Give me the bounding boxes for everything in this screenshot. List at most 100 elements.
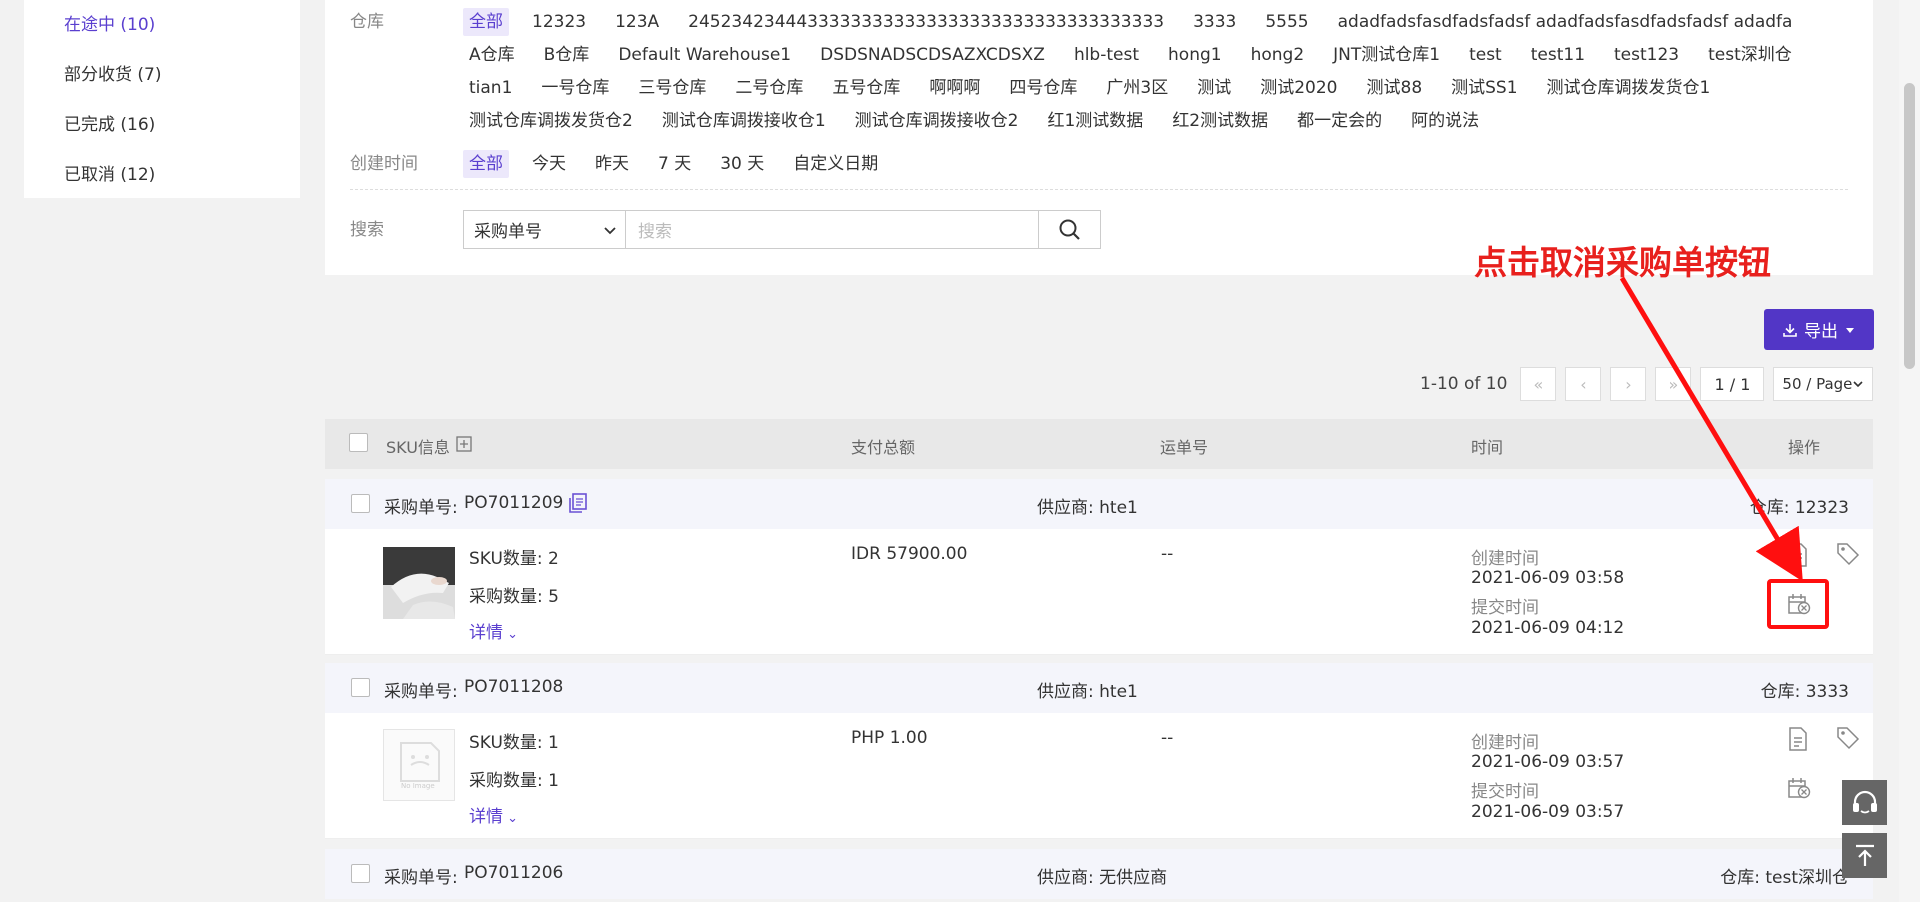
sidebar-item-in-transit[interactable]: 在途中 (10) [24, 8, 300, 58]
warehouse-option[interactable]: 五号仓库 [826, 74, 906, 102]
warehouse-option[interactable]: test [1463, 41, 1508, 69]
warehouse-option[interactable]: 全部 [463, 8, 509, 36]
customer-service-button[interactable] [1842, 780, 1887, 825]
warehouse-option[interactable]: test11 [1525, 41, 1591, 69]
warehouse: 仓库: test深圳仓 [1720, 868, 1849, 888]
warehouse-option[interactable]: 啊啊啊 [923, 74, 986, 102]
warehouse-option[interactable]: 测试仓库调拨发货仓2 [463, 107, 639, 135]
tag-icon[interactable] [1836, 542, 1860, 566]
highlight-box [1767, 579, 1829, 629]
document-icon[interactable] [1787, 727, 1809, 751]
warehouse-option[interactable]: tian1 [463, 74, 518, 102]
warehouse-option[interactable]: hlb-test [1068, 41, 1145, 69]
filter-divider [350, 189, 1848, 190]
details-toggle[interactable]: 详情 ⌄ [469, 802, 518, 827]
created-time-option[interactable]: 7 天 [652, 150, 697, 178]
scrollbar-thumb[interactable] [1904, 83, 1915, 369]
created-time-option[interactable]: 30 天 [714, 150, 770, 178]
warehouse-option[interactable]: 三号仓库 [632, 74, 712, 102]
supplier: 供应商: hte1 [1037, 498, 1138, 518]
warehouse-option[interactable]: 测试仓库调拨发货仓1 [1541, 74, 1717, 102]
warehouse-option[interactable]: 红2测试数据 [1166, 107, 1274, 135]
warehouse-option[interactable]: 都一定会的 [1291, 107, 1388, 135]
po-label: 采购单号: [384, 498, 458, 518]
warehouse-option[interactable]: B仓库 [538, 41, 596, 69]
expand-plus-icon[interactable] [456, 436, 472, 452]
warehouse-option[interactable]: DSDSNADSCDSAZXCDSXZ [814, 41, 1051, 69]
po-label: 采购单号: [384, 682, 458, 702]
order-checkbox[interactable] [351, 678, 370, 697]
search-input[interactable]: 搜索 [625, 210, 1039, 249]
order-checkbox[interactable] [351, 864, 370, 883]
chevron-down-icon: ⌄ [503, 627, 519, 642]
warehouse-option[interactable]: 阿的说法 [1405, 107, 1485, 135]
warehouse-option[interactable]: 12323 [526, 8, 592, 36]
cancel-order-icon[interactable] [1787, 777, 1811, 799]
first-page-button[interactable]: « [1520, 367, 1557, 401]
product-image [383, 547, 455, 619]
warehouse-option[interactable]: A仓库 [463, 41, 521, 69]
page-size-select[interactable]: 50 / Page [1773, 367, 1874, 401]
sidebar-item-partial-received[interactable]: 部分收货 (7) [24, 58, 300, 108]
po-label: 采购单号: [384, 868, 458, 888]
warehouse-option[interactable]: 2452342344433333333333333333333333333333… [682, 8, 1170, 36]
warehouse-option[interactable]: 一号仓库 [535, 74, 615, 102]
tag-icon[interactable] [1836, 726, 1860, 750]
warehouse-option[interactable]: 四号仓库 [1003, 74, 1083, 102]
last-page-button[interactable]: » [1655, 367, 1692, 401]
warehouse-option[interactable]: test深圳仓 [1702, 41, 1798, 69]
payment-amount: PHP 1.00 [851, 728, 928, 748]
export-button[interactable]: 导出 [1764, 309, 1874, 350]
sidebar-item-completed[interactable]: 已完成 (16) [24, 108, 300, 158]
chevron-right-icon: › [1625, 374, 1632, 394]
warehouse-option[interactable]: 测试仓库调拨接收仓1 [656, 107, 832, 135]
search-type-select[interactable]: 采购单号 [463, 210, 625, 249]
created-time-option[interactable]: 自定义日期 [787, 150, 884, 178]
warehouse-filter-row: 仓库 全部 12323 123A 24523423444333333333333333… [350, 8, 1853, 140]
search-icon [1059, 219, 1080, 240]
caret-down-icon [1846, 327, 1854, 333]
created-time-option[interactable]: 全部 [463, 150, 509, 178]
warehouse-option[interactable]: adadfadsfasdfadsfadsf adadfadsfasdfadsfa… [1332, 8, 1799, 36]
sidebar-item-cancelled[interactable]: 已取消 (12) [24, 158, 300, 208]
created-time-option[interactable]: 昨天 [589, 150, 635, 178]
warehouse-option[interactable]: 测试 [1191, 74, 1237, 102]
warehouse-option[interactable]: 5555 [1259, 8, 1314, 36]
created-time-options: 全部 今天 昨天 7 天 30 天自定义日期 [463, 150, 1853, 183]
search-button[interactable] [1039, 210, 1101, 249]
supplier: 供应商: 无供应商 [1037, 868, 1168, 888]
next-page-button[interactable]: › [1610, 367, 1647, 401]
document-icon[interactable] [1787, 543, 1809, 567]
warehouse-option[interactable]: 测试2020 [1254, 74, 1343, 102]
warehouse-option[interactable]: test123 [1608, 41, 1685, 69]
order-checkbox[interactable] [351, 494, 370, 513]
warehouse-option[interactable]: JNT测试仓库1 [1327, 41, 1446, 69]
warehouse-option[interactable]: Default Warehouse1 [612, 41, 797, 69]
warehouse-option[interactable]: 二号仓库 [729, 74, 809, 102]
warehouse-option[interactable]: 测试仓库调拨接收仓2 [849, 107, 1025, 135]
warehouse-options: 全部 12323 123A 24523423444333333333333333333… [463, 8, 1853, 140]
order-header: 采购单号: PO7011206 供应商: 无供应商 仓库: test深圳仓 [325, 849, 1873, 899]
created-time-label: 创建时间 [1471, 733, 1539, 753]
warehouse-option[interactable]: 广州3区 [1100, 74, 1174, 102]
prev-page-button[interactable]: ‹ [1565, 367, 1602, 401]
warehouse-option[interactable]: 红1测试数据 [1041, 107, 1149, 135]
page-scrollbar[interactable] [1899, 0, 1920, 902]
warehouse-option[interactable]: 123A [609, 8, 665, 36]
warehouse-option[interactable]: 测试SS1 [1445, 74, 1523, 102]
warehouse-option[interactable]: 测试88 [1361, 74, 1429, 102]
select-all-checkbox[interactable] [349, 433, 368, 452]
status-sidebar: 在途中 (10) 部分收货 (7) 已完成 (16) 已取消 (12) [24, 0, 300, 198]
created-time-option[interactable]: 今天 [526, 150, 572, 178]
tracking-number: -- [1161, 728, 1174, 748]
warehouse-option[interactable]: hong2 [1245, 41, 1311, 69]
copy-icon[interactable] [567, 492, 589, 514]
back-to-top-button[interactable] [1842, 833, 1887, 878]
search-row: 搜索 采购单号 搜索 [350, 210, 1101, 249]
warehouse-option[interactable]: hong1 [1162, 41, 1228, 69]
annotation-text: 点击取消采购单按钮 [1474, 243, 1771, 282]
submitted-time: 2021-06-09 04:12 [1471, 618, 1625, 638]
warehouse-option[interactable]: 3333 [1187, 8, 1242, 36]
page-input[interactable]: 1 / 1 [1700, 367, 1765, 401]
details-toggle[interactable]: 详情 ⌄ [469, 618, 518, 643]
